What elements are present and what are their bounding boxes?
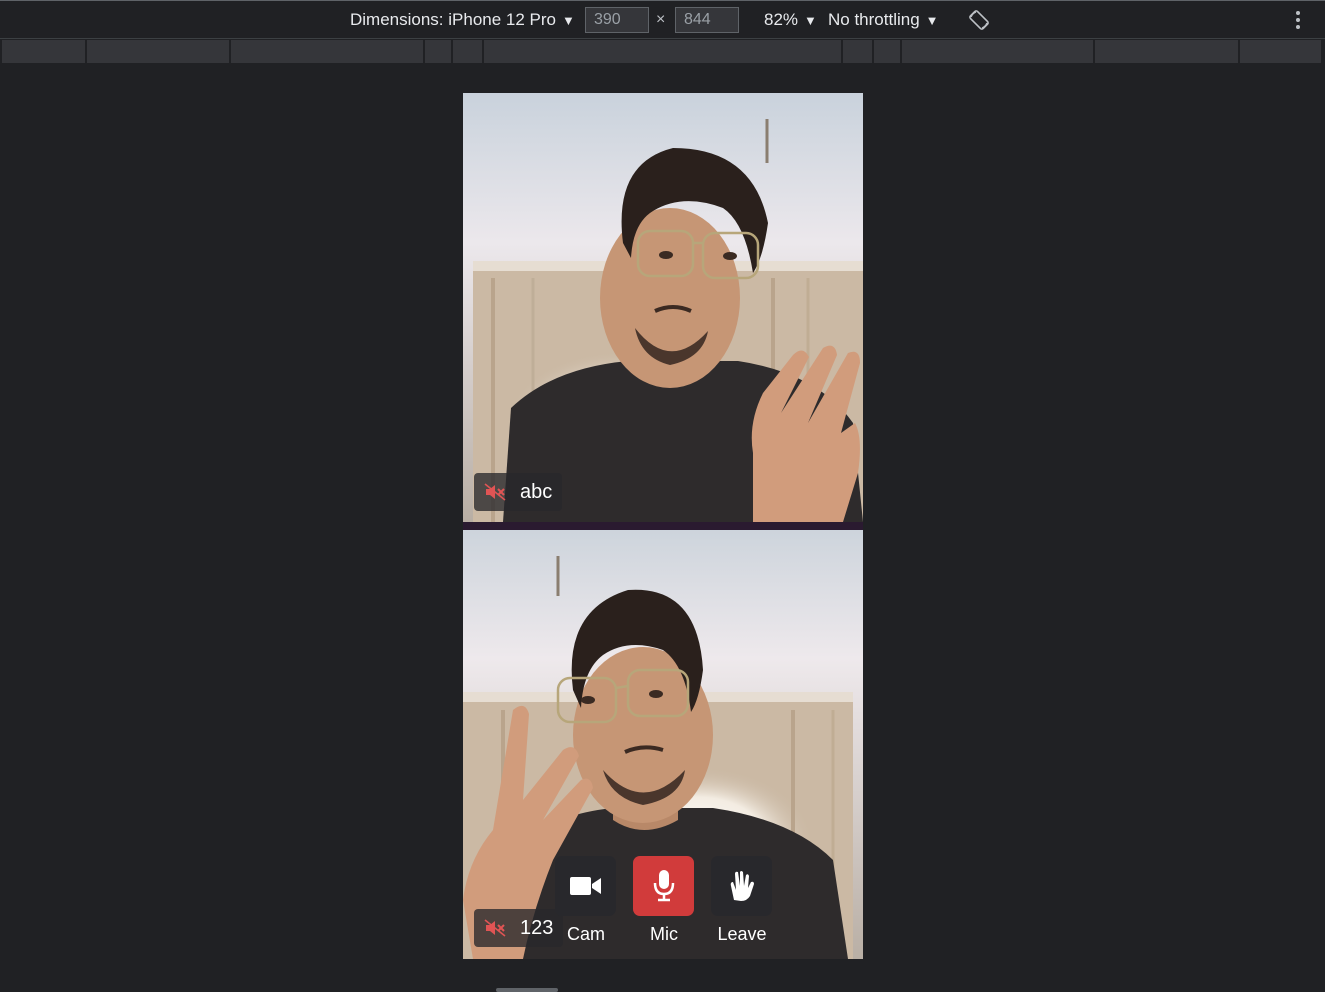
media-query-segment[interactable]: [87, 40, 231, 63]
participant-tile: 123 Cam Mic Leave: [463, 530, 863, 959]
cam-label: Cam: [566, 924, 605, 944]
height-input[interactable]: 844: [675, 7, 739, 33]
media-query-segment[interactable]: [843, 40, 874, 63]
media-query-bar: [0, 40, 1325, 64]
media-query-segment[interactable]: [231, 40, 425, 63]
leave-control: Leave: [711, 856, 773, 945]
media-query-segment[interactable]: [2, 40, 87, 63]
speaker-muted-icon: [484, 919, 506, 937]
zoom-label: 82%: [764, 10, 799, 29]
leave-label: Leave: [717, 924, 767, 944]
caret-down-icon: ▼: [804, 12, 817, 28]
leave-button[interactable]: [711, 856, 772, 916]
raised-hand-icon: [730, 871, 754, 901]
throttling-dropdown[interactable]: No throttling ▼: [828, 1, 939, 39]
zoom-dropdown[interactable]: 82% ▼: [764, 1, 817, 39]
participant-video: [463, 93, 863, 522]
participant-tile: abc: [463, 93, 863, 522]
throttling-label: No throttling: [828, 10, 920, 29]
media-query-segment[interactable]: [902, 40, 1095, 63]
media-query-segment[interactable]: [484, 40, 843, 63]
caret-down-icon: ▼: [925, 12, 939, 28]
scrollbar-thumb[interactable]: [496, 988, 558, 992]
media-query-segment[interactable]: [453, 40, 484, 63]
mic-control: Mic: [633, 856, 695, 945]
cam-button[interactable]: [555, 856, 616, 916]
device-toolbar: Dimensions: iPhone 12 Pro ▼ 390 × 844 82…: [0, 0, 1325, 39]
width-input[interactable]: 390: [585, 7, 649, 33]
caret-down-icon: ▼: [562, 12, 575, 28]
media-query-segment[interactable]: [1240, 40, 1323, 63]
video-camera-icon: [569, 877, 601, 895]
media-query-segment[interactable]: [874, 40, 902, 63]
speaker-muted-icon: [484, 483, 506, 501]
microphone-icon: [653, 870, 674, 902]
participant-name-tag: abc: [474, 473, 563, 511]
dimensions-label: Dimensions: iPhone 12 Pro: [350, 10, 557, 29]
participant-name-tag: 123: [474, 909, 564, 947]
device-viewport: abc 123 Cam Mic Leave: [463, 93, 863, 959]
more-options-icon[interactable]: [1291, 11, 1305, 31]
media-query-segment[interactable]: [425, 40, 453, 63]
times-sign: ×: [656, 11, 666, 28]
dimensions-dropdown[interactable]: Dimensions: iPhone 12 Pro ▼: [350, 1, 575, 39]
media-query-segment[interactable]: [1095, 40, 1240, 63]
call-controls: Cam Mic Leave: [555, 856, 785, 956]
participant-name: 123: [520, 916, 554, 939]
rotate-icon[interactable]: [968, 9, 990, 31]
cam-control: Cam: [555, 856, 617, 945]
mic-label: Mic: [650, 924, 678, 944]
mic-button[interactable]: [633, 856, 694, 916]
participant-name: abc: [520, 480, 553, 503]
